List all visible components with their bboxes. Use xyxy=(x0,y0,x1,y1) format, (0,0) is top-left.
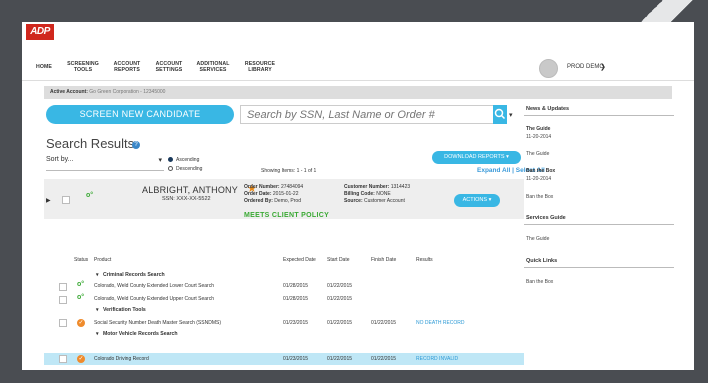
download-reports-label: DOWNLOAD REPORTS xyxy=(444,154,505,160)
status-in-progress-icon: o° xyxy=(77,281,85,288)
status-complete-icon: ✓ xyxy=(77,355,85,363)
search-options-chevron-icon[interactable]: ▾ xyxy=(509,111,513,119)
active-account-value: Go Green Corporation - 12345000 xyxy=(89,89,166,95)
descending-label: Descending xyxy=(176,166,203,172)
active-account-bar: Active Account: Go Green Corporation - 1… xyxy=(44,86,672,99)
news-item-date: 11-20-2014 xyxy=(526,176,552,182)
row-product[interactable]: Social Security Number Death Master Sear… xyxy=(94,320,221,326)
actions-button[interactable]: ACTIONS ▾ xyxy=(454,194,500,207)
user-menu[interactable]: PROD DEMO xyxy=(567,64,604,70)
info-icon[interactable]: ? xyxy=(132,141,140,149)
divider xyxy=(524,267,674,268)
news-item-title[interactable]: The Guide xyxy=(526,151,549,157)
nav-screening-tools[interactable]: SCREENING TOOLS xyxy=(66,61,100,73)
search-results-title: Search Results xyxy=(46,136,135,151)
billing-code: Billing Code: NONE xyxy=(344,191,391,197)
nav-account-reports[interactable]: ACCOUNT REPORTS xyxy=(110,61,144,73)
actions-label: ACTIONS xyxy=(462,197,488,203)
row-product[interactable]: Colorado Driving Record xyxy=(94,356,149,362)
row-finish-date: 01/22/2015 xyxy=(371,356,397,362)
candidate-ssn: SSN: XXX-XX-5522 xyxy=(162,196,211,202)
sort-by-label: Sort by... xyxy=(46,156,74,163)
status-in-progress-icon: o° xyxy=(77,294,85,301)
services-item[interactable]: The Guide xyxy=(526,236,549,242)
news-item-title[interactable]: The Guide xyxy=(526,126,550,132)
services-guide-heading: Services Guide xyxy=(526,215,566,221)
policy-status: MEETS CLIENT POLICY xyxy=(244,212,330,219)
header-results: Results xyxy=(416,257,433,263)
group-verification-tools[interactable]: ▾ Verification Tools xyxy=(96,307,146,313)
news-item-title[interactable]: Ban the Box xyxy=(526,194,553,200)
sort-by-select[interactable]: Sort by... ▾ xyxy=(46,156,164,171)
row-start-date: 01/22/2015 xyxy=(327,320,353,326)
source: Source: Customer Account xyxy=(344,198,405,204)
ascending-label: Ascending xyxy=(176,157,200,163)
showing-items: Showing Items: 1 - 1 of 1 xyxy=(261,168,317,174)
row-expected-date: 01/28/2015 xyxy=(283,296,309,302)
row-start-date: 01/22/2015 xyxy=(327,283,353,289)
group-criminal-records[interactable]: ▾ Criminal Records Search xyxy=(96,272,165,278)
user-avatar[interactable] xyxy=(539,59,558,78)
row-checkbox[interactable] xyxy=(59,283,67,291)
order-date: Order Date: 2015-01-22 xyxy=(244,191,299,197)
nav-account-settings[interactable]: ACCOUNT SETTINGS xyxy=(152,61,186,73)
row-result-link[interactable]: RECORD INVALID xyxy=(416,356,458,362)
header-product: Product xyxy=(94,257,112,263)
nav-additional-services[interactable]: ADDITIONAL SERVICES xyxy=(193,61,233,73)
row-checkbox[interactable] xyxy=(59,319,67,327)
screen-new-candidate-button[interactable]: SCREEN NEW CANDIDATE xyxy=(46,105,234,124)
row-expected-date: 01/23/2015 xyxy=(283,356,309,362)
candidate-name[interactable]: ALBRIGHT, ANTHONY xyxy=(142,185,238,195)
row-product[interactable]: Colorado, Weld County Extended Lower Cou… xyxy=(94,283,214,289)
search-input[interactable] xyxy=(240,105,494,124)
divider xyxy=(524,224,674,225)
group-motor-vehicle[interactable]: ▾ Motor Vehicle Records Search xyxy=(96,331,178,337)
quick-links-heading: Quick Links xyxy=(526,258,558,264)
row-start-date: 01/22/2015 xyxy=(327,296,353,302)
expand-arrow-icon[interactable]: ▶ xyxy=(46,197,51,204)
divider xyxy=(524,115,674,116)
row-expected-date: 01/23/2015 xyxy=(283,320,309,326)
nav-home[interactable]: HOME xyxy=(36,64,52,70)
search-icon xyxy=(494,108,506,120)
chevron-down-icon: ▾ xyxy=(158,157,162,164)
header-start-date: Start Date xyxy=(327,257,350,263)
news-item-date: 11-20-2014 xyxy=(526,134,552,140)
descending-radio[interactable] xyxy=(168,166,173,171)
news-item-title[interactable]: Ban the Box xyxy=(526,168,555,174)
row-product[interactable]: Colorado, Weld County Extended Upper Cou… xyxy=(94,296,214,302)
app-window: ADP HOME SCREENING TOOLS ACCOUNT REPORTS… xyxy=(22,22,694,370)
candidate-checkbox[interactable] xyxy=(62,196,70,204)
chevron-down-icon[interactable]: ❯ xyxy=(600,63,606,71)
header-status: Status xyxy=(74,257,89,263)
news-updates-heading: News & Updates xyxy=(526,106,570,112)
row-result-link[interactable]: NO DEATH RECORD xyxy=(416,320,465,326)
nav-resource-library[interactable]: RESOURCE LIBRARY xyxy=(240,61,280,73)
search-button[interactable] xyxy=(493,105,507,124)
adp-logo[interactable]: ADP xyxy=(26,24,54,40)
order-number: Order Number: 27484094 xyxy=(244,184,304,190)
row-checkbox[interactable] xyxy=(59,355,67,363)
ascending-radio[interactable] xyxy=(168,157,173,162)
ordered-by: Ordered By: Demo, Prod xyxy=(244,198,301,204)
row-checkbox[interactable] xyxy=(59,296,67,304)
header-expected-date: Expected Date xyxy=(283,257,316,263)
row-start-date: 01/22/2015 xyxy=(327,356,353,362)
active-account-label: Active Account: xyxy=(50,89,88,95)
download-reports-button[interactable]: DOWNLOAD REPORTS ▾ xyxy=(432,151,521,164)
customer-number: Customer Number: 1314423 xyxy=(344,184,411,190)
header-finish-date: Finish Date xyxy=(371,257,397,263)
status-complete-icon: ✓ xyxy=(77,319,85,327)
quick-link-item[interactable]: Ban the Box xyxy=(526,279,553,285)
row-expected-date: 01/28/2015 xyxy=(283,283,309,289)
status-in-progress-icon: o° xyxy=(86,192,94,199)
row-finish-date: 01/22/2015 xyxy=(371,320,397,326)
